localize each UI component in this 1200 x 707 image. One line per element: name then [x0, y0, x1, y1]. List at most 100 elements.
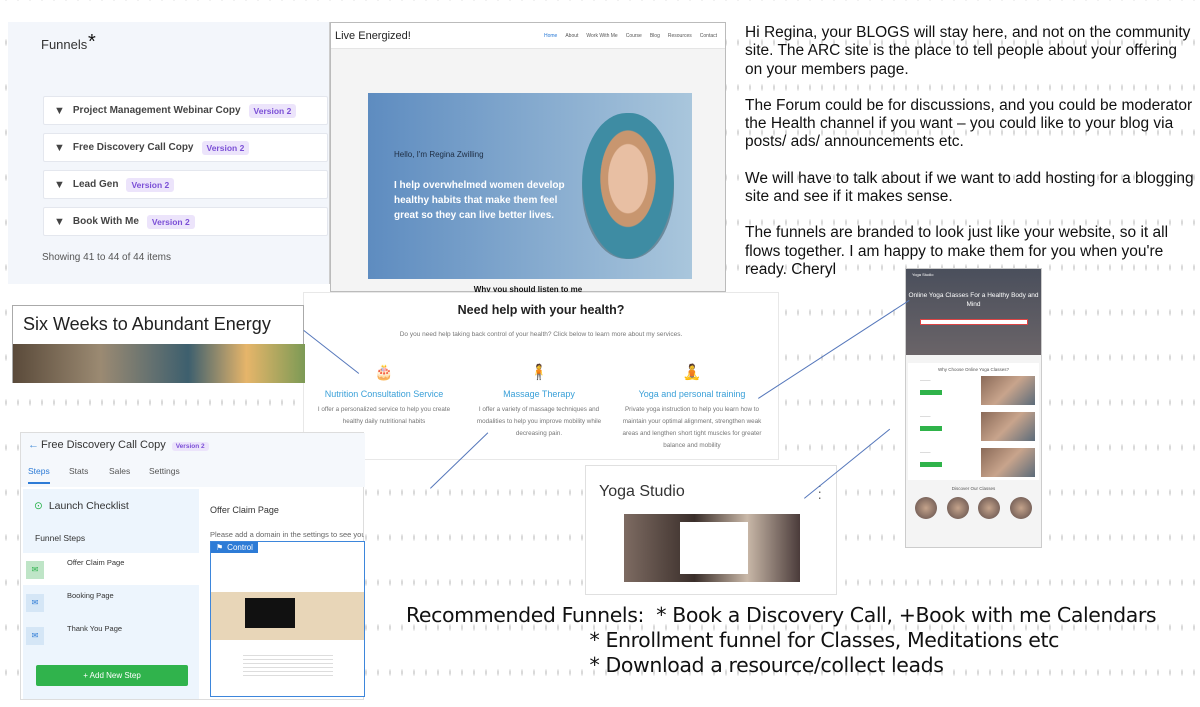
asterisk-mark: * — [88, 31, 96, 53]
yoga-class-circles — [906, 491, 1041, 525]
class-photo — [981, 448, 1035, 477]
class-photo — [981, 376, 1035, 405]
menu-blog[interactable]: Blog — [650, 33, 660, 39]
version-badge: Version 2 — [126, 177, 175, 192]
tab-steps[interactable]: Steps — [28, 466, 50, 484]
yoga-hero: Yoga Studio Online Yoga Classes For a He… — [906, 269, 1041, 355]
hero-banner: Hello, I'm Regina Zwilling I help overwh… — [368, 93, 692, 279]
message-text: Hi Regina, your BLOGS will stay here, an… — [745, 24, 1195, 297]
site-nav: Live Energized! Home About Work With Me … — [331, 23, 725, 49]
funnels-title: Funnels — [41, 37, 88, 52]
service-card[interactable]: 🧘 Yoga and personal training Private yog… — [617, 363, 767, 452]
yoga-landing-preview: Yoga Studio Online Yoga Classes For a He… — [905, 268, 1042, 548]
funnel-name: Free Discovery Call Copy — [72, 142, 194, 153]
funnel-steps-label: Funnel Steps — [35, 533, 86, 543]
yoga-why-section: Why Choose Online Yoga Classes? ——— ——— … — [908, 363, 1039, 480]
version-badge: Version 2 — [171, 442, 209, 451]
menu-work-with-me[interactable]: Work With Me — [586, 33, 617, 39]
launch-checklist[interactable]: ⊙ Launch Checklist — [34, 500, 129, 512]
class-thumb[interactable] — [914, 497, 937, 519]
filter-icon: ▼ — [54, 215, 65, 228]
email-icon: ✉ — [26, 561, 44, 579]
service-card[interactable]: 🎂 Nutrition Consultation Service I offer… — [309, 363, 459, 428]
service-desc: Private yoga instruction to help you lea… — [622, 406, 762, 449]
class-thumb[interactable] — [946, 497, 969, 519]
yoga-studio-card[interactable]: Yoga Studio ··· — [585, 465, 837, 595]
step-item[interactable]: ✉ Thank You Page — [23, 619, 199, 651]
tab-sales[interactable]: Sales — [109, 466, 130, 476]
yoga-class-row: ——— — [908, 444, 1039, 480]
site-menu: Home About Work With Me Course Blog Reso… — [544, 33, 725, 39]
video-placeholder — [245, 598, 295, 628]
funnel-editor: ← Free Discovery Call Copy Version 2 Step… — [20, 432, 365, 700]
message-paragraph: We will have to talk about if we want to… — [745, 169, 1194, 206]
funnel-row[interactable]: ▼ Book With Me Version 2 — [43, 207, 328, 236]
service-name: Yoga and personal training — [638, 389, 746, 399]
page-preview[interactable]: ⚑ Control — [210, 541, 365, 697]
recommended-funnels: Recommended Funnels: * Book a Discovery … — [406, 603, 1157, 677]
message-paragraph: The Forum could be for discussions, and … — [745, 96, 1193, 151]
site-brand: Live Energized! — [335, 29, 411, 42]
service-card[interactable]: 🧍 Massage Therapy I offer a variety of m… — [464, 363, 614, 440]
tab-stats[interactable]: Stats — [69, 466, 88, 476]
service-name: Massage Therapy — [503, 389, 575, 399]
program-banner: Six Weeks to Abundant Energy — [12, 305, 305, 383]
funnels-panel: Funnels * ▼ Project Management Webinar Co… — [8, 22, 330, 284]
services-heading: Need help with your health? — [457, 303, 625, 317]
email-icon: ✉ — [26, 594, 44, 612]
yoga-optin-bar — [920, 319, 1028, 325]
filter-icon: ▼ — [54, 141, 65, 154]
yoga-class-row: ——— — [908, 372, 1039, 408]
class-text: ——— — [920, 450, 931, 454]
program-title: Six Weeks to Abundant Energy — [23, 314, 271, 334]
menu-resources[interactable]: Resources — [668, 33, 692, 39]
class-button[interactable] — [920, 390, 942, 395]
yoga-icon: 🧘 — [682, 364, 702, 381]
menu-home[interactable]: Home — [544, 33, 557, 39]
hero-pitch: I help overwhelmed women develop healthy… — [394, 180, 565, 221]
page-title: Offer Claim Page — [210, 505, 279, 515]
filter-icon: ▼ — [54, 178, 65, 191]
flag-icon: ⚑ — [216, 543, 224, 552]
email-icon: ✉ — [26, 627, 44, 645]
funnel-row[interactable]: ▼ Project Management Webinar Copy Version … — [43, 96, 328, 125]
preview-hero — [211, 592, 364, 640]
class-text: ——— — [920, 378, 931, 382]
back-arrow-icon[interactable]: ← — [28, 439, 39, 451]
class-thumb[interactable] — [978, 497, 1001, 519]
menu-course[interactable]: Course — [626, 33, 642, 39]
version-badge: Version 2 — [248, 103, 297, 118]
menu-contact[interactable]: Contact — [700, 33, 717, 39]
class-photo — [981, 412, 1035, 441]
yoga-why-heading: Why Choose Online Yoga Classes? — [937, 367, 1010, 372]
version-badge: Version 2 — [201, 140, 250, 155]
yoga-heading: Online Yoga Classes For a Healthy Body a… — [908, 292, 1039, 308]
service-name: Nutrition Consultation Service — [324, 389, 444, 399]
yoga-class-row: ——— — [908, 408, 1039, 444]
funnel-name: Lead Gen — [72, 179, 119, 190]
class-thumb[interactable] — [1010, 497, 1033, 519]
cake-icon: 🎂 — [374, 364, 394, 381]
menu-about[interactable]: About — [565, 33, 578, 39]
funnel-name: Book With Me — [72, 216, 139, 227]
funnel-name-text: Free Discovery Call Copy — [41, 439, 166, 451]
funnel-name: Project Management Webinar Copy — [72, 105, 241, 116]
thumbnail-form — [680, 522, 748, 574]
funnel-row[interactable]: ▼ Free Discovery Call Copy Version 2 — [43, 133, 328, 162]
class-button[interactable] — [920, 462, 942, 467]
tab-settings[interactable]: Settings — [149, 466, 180, 476]
add-new-step-button[interactable]: + Add New Step — [36, 665, 188, 686]
filter-icon: ▼ — [54, 104, 65, 117]
version-badge: Version 2 — [146, 214, 195, 229]
step-label: Thank You Page — [67, 624, 123, 633]
step-item[interactable]: ✉ Booking Page — [23, 586, 199, 618]
class-button[interactable] — [920, 426, 942, 431]
domain-note: Please add a domain in the settings to s… — [210, 530, 364, 539]
check-circle-icon: ⊙ — [34, 500, 43, 512]
step-label: Booking Page — [67, 591, 114, 600]
step-item[interactable]: ✉ Offer Claim Page — [23, 553, 199, 585]
yoga-studio-thumbnail — [624, 514, 800, 582]
step-label: Offer Claim Page — [67, 558, 125, 567]
funnel-row[interactable]: ▼ Lead Gen Version 2 — [43, 170, 328, 199]
portrait-photo — [582, 113, 674, 259]
